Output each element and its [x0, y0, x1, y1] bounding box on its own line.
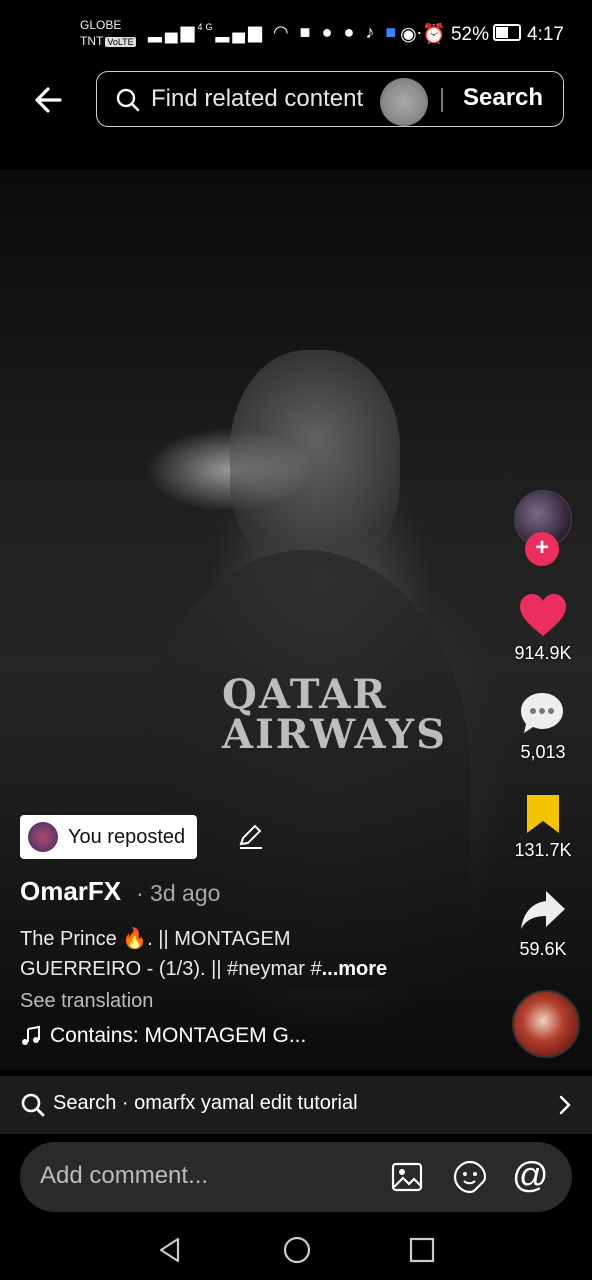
signal-icon: ▂▄▆ — [148, 22, 198, 42]
video-icon: ■ — [299, 22, 314, 42]
comment-count: 5,013 — [520, 742, 566, 762]
save-count: 131.7K — [514, 840, 572, 860]
comment-icon[interactable] — [518, 690, 566, 736]
post-time: · 3d ago — [136, 880, 221, 906]
nav-home-icon[interactable] — [282, 1235, 312, 1265]
carrier-info: GLOBE TNT VoLTE — [80, 17, 136, 50]
caption-line-2: GUERREIRO - (1/3). || #neymar # — [20, 958, 322, 980]
status-bar: GLOBE TNT VoLTE ▂▄▆4G▂▄▆ ◠ ■ ● ● ♪ ■ ··· … — [0, 0, 592, 70]
search-icon — [21, 1093, 45, 1117]
image-icon[interactable] — [390, 1160, 424, 1194]
status-icons: ▂▄▆4G▂▄▆ ◠ ■ ● ● ♪ ■ ··· — [148, 22, 434, 43]
music-note-icon — [22, 1025, 40, 1045]
video-subject-head — [230, 350, 400, 570]
search-divider — [441, 88, 443, 112]
clock: 4:17 — [527, 24, 564, 45]
music-disc[interactable] — [512, 990, 580, 1058]
edit-pencil-icon[interactable] — [236, 822, 264, 850]
music-info[interactable]: Contains: MONTAGEM G... — [20, 1024, 306, 1048]
comment-bar[interactable]: Add comment... @ — [20, 1142, 572, 1212]
chevron-right-icon — [559, 1095, 571, 1115]
caption-line-1: The Prince 🔥. || MONTAGEM — [20, 928, 291, 950]
battery-icon — [493, 24, 522, 41]
system-nav-bar — [0, 1220, 592, 1280]
comment-input[interactable]: Add comment... — [40, 1162, 208, 1190]
battery-percent: 52% — [450, 24, 490, 45]
username[interactable]: OmarFX — [20, 876, 121, 907]
caption[interactable]: The Prince 🔥. || MONTAGEM GUERREIRO - (1… — [20, 924, 490, 984]
tiktok-icon: ♪ — [365, 22, 378, 42]
repost-label: You reposted — [68, 825, 186, 848]
search-input[interactable]: Find related content — [151, 85, 363, 113]
chat-icon: ● — [343, 22, 358, 42]
alarm-icon: ⏰ — [422, 24, 446, 45]
emoji-sticker-icon[interactable] — [452, 1159, 488, 1195]
search-bar[interactable]: Find related content Search — [96, 71, 564, 127]
messenger-icon: ● — [321, 22, 336, 42]
cloud-icon: ■ — [385, 22, 400, 42]
back-arrow-icon[interactable] — [30, 80, 70, 120]
caption-more-link[interactable]: ...more — [322, 958, 388, 980]
mention-at-icon[interactable]: @ — [512, 1154, 549, 1196]
search-suggestion-bar[interactable]: Search · omarfx yamal edit tutorial — [0, 1076, 592, 1134]
volte-badge: VoLTE — [105, 37, 136, 47]
avatar — [28, 822, 58, 852]
carrier-name-2: TNT — [80, 34, 104, 48]
search-icon — [116, 88, 140, 112]
repost-badge[interactable]: You reposted — [20, 815, 198, 859]
see-translation-link[interactable]: See translation — [20, 990, 153, 1013]
jersey-sponsor-text: QATAR AIRWAYS — [222, 671, 447, 758]
carrier-name-1: GLOBE — [80, 18, 122, 32]
music-title: Contains: MONTAGEM G... — [50, 1024, 307, 1047]
signal-icon-2: ▂▄▆ — [215, 22, 265, 42]
wifi-icon: ◠ — [272, 22, 292, 42]
share-count: 59.6K — [519, 939, 567, 959]
follow-button[interactable]: + — [525, 532, 559, 566]
like-count: 914.9K — [514, 643, 572, 663]
eye-icon: ◉ — [400, 24, 417, 45]
nav-recents-icon[interactable] — [408, 1236, 436, 1264]
status-right: ◉ ⏰ 52% 4:17 — [400, 22, 564, 46]
nav-back-icon[interactable] — [156, 1236, 184, 1264]
search-suggestion-text: Search · omarfx yamal edit tutorial — [53, 1092, 358, 1114]
search-button[interactable]: Search — [463, 84, 543, 112]
bookmark-icon[interactable] — [524, 792, 562, 836]
like-heart-icon[interactable] — [518, 592, 568, 638]
share-icon[interactable] — [518, 888, 568, 932]
touch-indicator — [380, 78, 428, 126]
network-type: 4G — [197, 22, 216, 32]
